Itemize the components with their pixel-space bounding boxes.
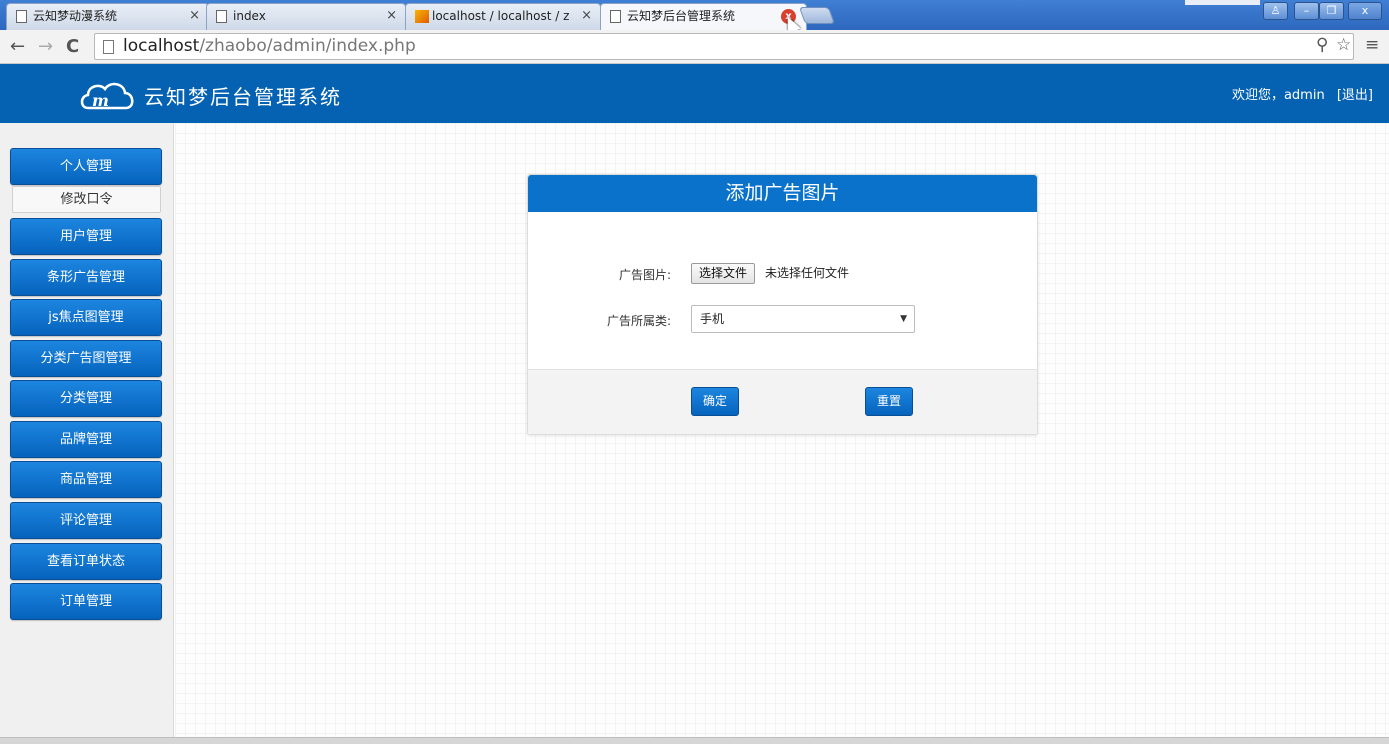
sidebar-item-comments[interactable]: 评论管理 <box>10 502 162 539</box>
sidebar-item-banner-ads[interactable]: 条形广告管理 <box>10 259 162 296</box>
sidebar-item-js-focus[interactable]: js焦点图管理 <box>10 299 162 336</box>
sidebar-item-order-status[interactable]: 查看订单状态 <box>10 543 162 580</box>
url-path: /zhaobo/admin/index.php <box>199 36 416 56</box>
close-tab-icon[interactable]: × <box>189 4 200 28</box>
tab-title: index <box>233 9 266 23</box>
close-window-icon[interactable]: x <box>1348 2 1382 20</box>
sidebar-item-categories[interactable]: 分类管理 <box>10 380 162 417</box>
url-host: localhost <box>123 36 200 56</box>
tab-title: 云知梦动漫系统 <box>33 9 118 23</box>
svg-text:m: m <box>92 91 109 110</box>
chevron-down-icon: ▼ <box>900 314 907 324</box>
browser-tab-active[interactable]: 云知梦后台管理系统 x <box>600 3 807 31</box>
submit-button[interactable]: 确定 <box>691 387 740 416</box>
browser-titlebar: 云知梦动漫系统 × index × localhost / localhost … <box>0 0 1389 31</box>
file-status-text: 未选择任何文件 <box>765 266 850 280</box>
browser-tab-1[interactable]: 云知梦动漫系统 × <box>6 3 209 30</box>
choose-file-button[interactable]: 选择文件 <box>691 263 756 284</box>
sidebar-subitem-change-password[interactable]: 修改口令 <box>12 186 161 213</box>
reset-button[interactable]: 重置 <box>865 387 914 416</box>
browser-toolbar: ← → C localhost/zhaobo/admin/index.php ⚲… <box>0 30 1389 64</box>
tab-title: 云知梦后台管理系统 <box>627 9 736 23</box>
reload-icon[interactable]: C <box>66 36 79 57</box>
browser-tab-2[interactable]: index × <box>206 3 406 30</box>
ad-image-label: 广告图片: <box>618 268 671 282</box>
ad-category-value: 手机 <box>700 312 725 326</box>
ad-image-row: 广告图片: 选择文件 未选择任何文件 <box>528 263 1037 293</box>
panel-title: 添加广告图片 <box>528 175 1037 212</box>
logout-link[interactable]: [退出] <box>1337 88 1373 103</box>
address-bar[interactable]: localhost/zhaobo/admin/index.php <box>94 33 1354 60</box>
welcome-text: 欢迎您，admin <box>1231 88 1325 103</box>
restore-icon[interactable]: ❐ <box>1319 2 1344 20</box>
close-tab-icon[interactable]: × <box>386 4 397 28</box>
tab-title: localhost / localhost / z <box>432 9 570 23</box>
panel-footer: 确定 重置 <box>528 369 1037 434</box>
sidebar-item-products[interactable]: 商品管理 <box>10 461 162 498</box>
sidebar-item-brands[interactable]: 品牌管理 <box>10 421 162 458</box>
main-content: 添加广告图片 广告图片: 选择文件 未选择任何文件 广告所属类: 手机 ▼ 确定… <box>175 123 1389 737</box>
cloud-logo-icon: m <box>80 82 134 110</box>
profile-strip <box>1185 0 1260 5</box>
forward-arrow-icon[interactable]: → <box>38 36 53 57</box>
sidebar-item-category-ads[interactable]: 分类广告图管理 <box>10 340 162 377</box>
app-title: 云知梦后台管理系统 <box>144 85 342 109</box>
add-ad-image-panel: 添加广告图片 广告图片: 选择文件 未选择任何文件 广告所属类: 手机 ▼ 确定… <box>527 174 1038 435</box>
ad-category-label: 广告所属类: <box>606 314 671 328</box>
back-arrow-icon[interactable]: ← <box>10 36 25 57</box>
phpmyadmin-icon <box>415 10 429 23</box>
menu-icon[interactable]: ≡ <box>1365 35 1379 55</box>
close-tab-icon[interactable]: × <box>581 4 592 28</box>
app-header: m 云知梦后台管理系统 欢迎您，admin [退出] <box>0 64 1389 123</box>
ad-category-select[interactable]: 手机 ▼ <box>691 305 915 333</box>
page-icon <box>16 10 27 23</box>
minimize-icon[interactable]: – <box>1294 2 1319 20</box>
profile-icon[interactable]: ♙ <box>1263 2 1288 20</box>
sidebar-item-personal[interactable]: 个人管理 <box>10 148 162 185</box>
new-tab-button[interactable] <box>798 7 836 24</box>
bookmark-star-icon[interactable]: ☆ <box>1336 35 1351 55</box>
welcome-area: 欢迎您，admin [退出] <box>1232 84 1373 103</box>
key-icon[interactable]: ⚲ <box>1316 35 1328 55</box>
ad-category-row: 广告所属类: 手机 ▼ <box>528 305 1037 335</box>
page-icon <box>610 10 621 23</box>
browser-tab-3[interactable]: localhost / localhost / z × <box>405 3 601 30</box>
page-icon <box>216 10 227 23</box>
sidebar: 个人管理 修改口令 用户管理 条形广告管理 js焦点图管理 分类广告图管理 分类… <box>0 123 174 744</box>
sidebar-item-users[interactable]: 用户管理 <box>10 218 162 255</box>
taskbar-strip <box>0 737 1389 744</box>
page-icon <box>103 40 114 54</box>
sidebar-item-orders[interactable]: 订单管理 <box>10 583 162 620</box>
